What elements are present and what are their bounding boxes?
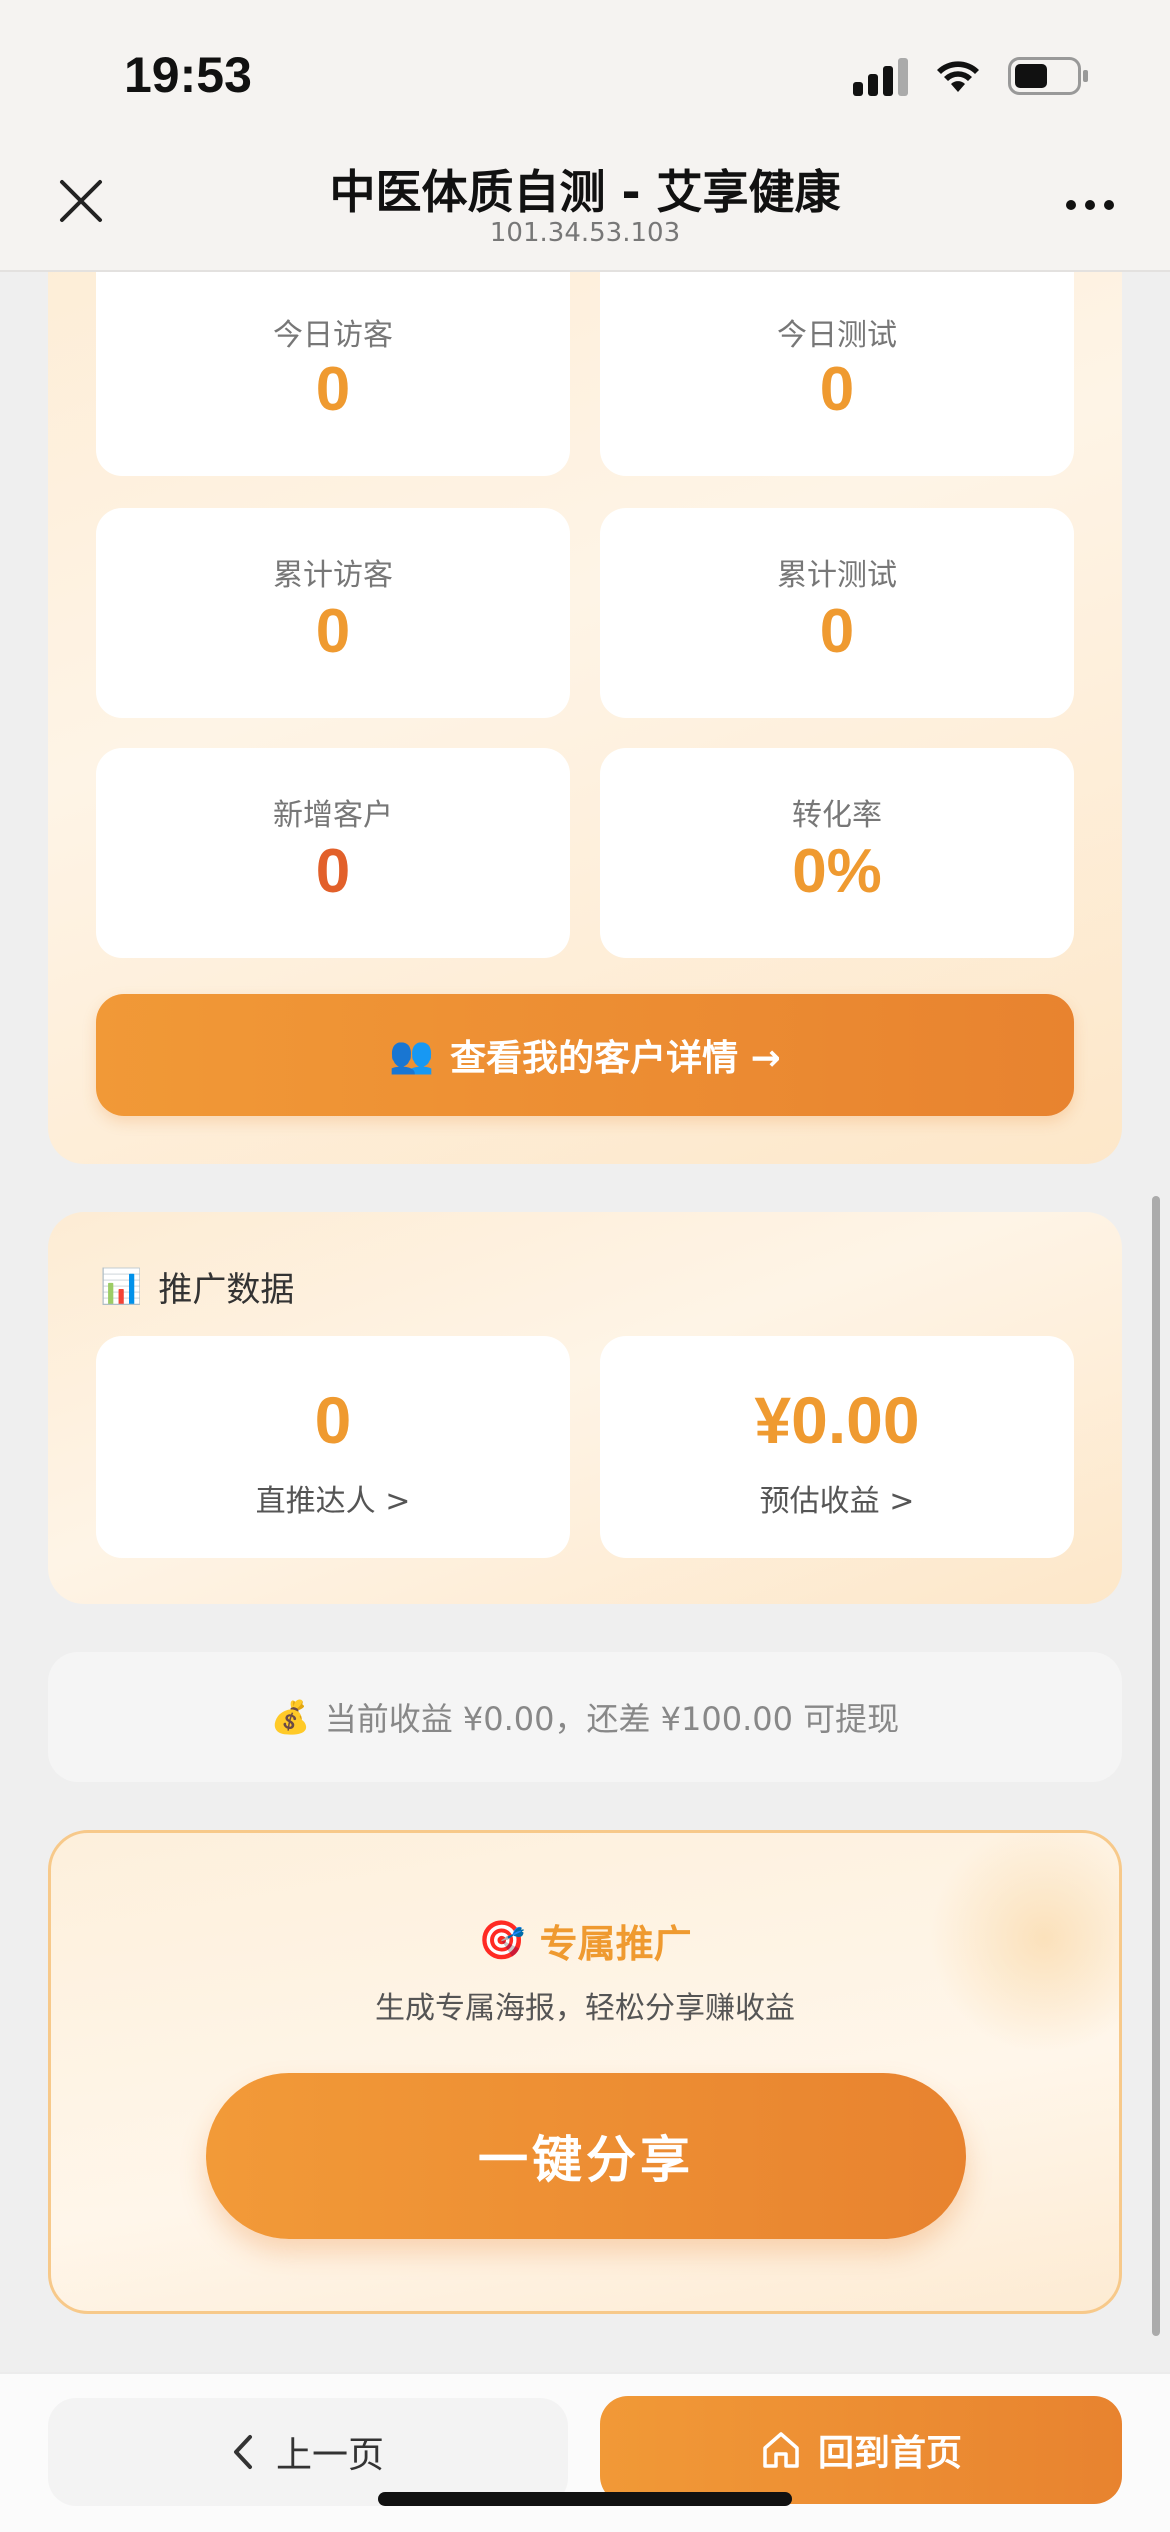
- stat-value: 0: [315, 837, 351, 906]
- stat-value: 0%: [792, 837, 882, 906]
- bar-chart-icon: 📊: [100, 1266, 143, 1307]
- home-icon: [763, 2432, 799, 2468]
- stat-value: 0: [819, 355, 855, 424]
- share-title-text: 专属推广: [539, 1922, 692, 1966]
- home-label: 回到首页: [817, 2433, 962, 2474]
- top-bar: 19:53 中医体质自测 - 艾享健康 101.34.53.103: [0, 0, 1170, 272]
- view-customers-button[interactable]: 👥 查看我的客户详情 →: [96, 994, 1074, 1116]
- stat-label: 今日访客: [273, 318, 393, 353]
- chevron-left-icon: [233, 2435, 252, 2469]
- stat-value: 0: [819, 597, 855, 666]
- one-click-share-button[interactable]: 一键分享: [206, 2073, 966, 2239]
- stat-card: 今日测试 0: [600, 272, 1074, 476]
- withdraw-notice-text: 当前收益 ¥0.00，还差 ¥100.00 可提现: [324, 1700, 900, 1738]
- previous-page-button[interactable]: 上一页: [48, 2398, 568, 2506]
- stat-card: 转化率 0%: [600, 748, 1074, 958]
- stat-value: 0: [315, 597, 351, 666]
- view-customers-label: 查看我的客户详情 →: [450, 1038, 781, 1079]
- promo-data-panel: 📊 推广数据 0 直推达人 > ¥0.00 预估收益 >: [48, 1212, 1122, 1604]
- estimated-earnings-card[interactable]: ¥0.00 预估收益 >: [600, 1336, 1074, 1558]
- withdraw-notice: 💰 当前收益 ¥0.00，还差 ¥100.00 可提现: [48, 1652, 1122, 1782]
- more-icon[interactable]: [1066, 200, 1114, 210]
- share-panel: 🎯 专属推广 生成专属海报，轻松分享赚收益 一键分享: [48, 1830, 1122, 2314]
- stat-card: 新增客户 0: [96, 748, 570, 958]
- cellular-signal-icon: [853, 56, 908, 96]
- battery-icon: [1008, 57, 1090, 95]
- scrollbar[interactable]: [1152, 1196, 1160, 2336]
- direct-referrals-value: 0: [314, 1383, 352, 1457]
- stat-label: 累计访客: [273, 558, 393, 593]
- page-title: 中医体质自测 - 艾享健康: [329, 165, 841, 219]
- bottom-bar: 上一页 回到首页: [0, 2372, 1170, 2532]
- home-button[interactable]: 回到首页: [600, 2396, 1122, 2504]
- share-title: 🎯 专属推广: [51, 1913, 1119, 1968]
- previous-page-label: 上一页: [275, 2435, 384, 2476]
- status-time: 19:53: [124, 47, 252, 103]
- stat-label: 今日测试: [777, 318, 897, 353]
- stat-value: 0: [315, 355, 351, 424]
- money-bag-icon: 💰: [270, 1698, 311, 1736]
- direct-referrals-label: 直推达人 >: [255, 1484, 411, 1519]
- stat-label: 新增客户: [273, 798, 393, 833]
- promo-title: 推广数据: [158, 1270, 295, 1310]
- stat-card: 累计测试 0: [600, 508, 1074, 718]
- target-icon: 🎯: [478, 1918, 526, 1962]
- stat-label: 转化率: [792, 798, 882, 833]
- estimated-earnings-value: ¥0.00: [754, 1383, 920, 1457]
- stat-card: 今日访客 0: [96, 272, 570, 476]
- direct-referrals-card[interactable]: 0 直推达人 >: [96, 1336, 570, 1558]
- home-indicator[interactable]: [378, 2492, 792, 2506]
- page-url: 101.34.53.103: [489, 218, 681, 248]
- wifi-icon: [934, 58, 982, 94]
- promo-section-title: 📊 推广数据: [100, 1262, 294, 1311]
- estimated-earnings-label: 预估收益 >: [759, 1484, 915, 1519]
- stat-card: 累计访客 0: [96, 508, 570, 718]
- customers-icon: 👥: [389, 1035, 435, 1076]
- status-icons: [853, 56, 1090, 96]
- share-subtitle: 生成专属海报，轻松分享赚收益: [375, 1991, 795, 2026]
- stat-label: 累计测试: [777, 558, 897, 593]
